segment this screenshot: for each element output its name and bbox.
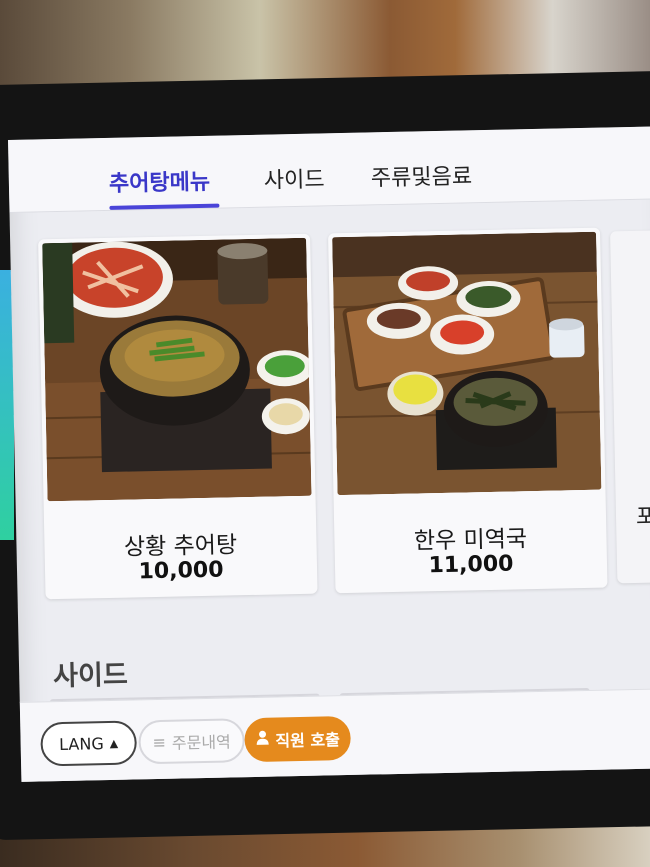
tab-drinks[interactable]: 주류및음료 (371, 158, 473, 192)
menu-card-partial[interactable]: 포장 (610, 229, 650, 584)
menu-item-price: 11,000 (428, 551, 514, 579)
person-icon (255, 730, 269, 750)
language-label: LANG (58, 733, 104, 754)
chueotang-photo (42, 237, 312, 502)
order-history-label: 주문내역 (171, 732, 231, 753)
section-heading-side: 사이드 (52, 659, 129, 693)
active-tab-indicator (109, 203, 220, 210)
order-history-button[interactable]: ≡ 주문내역 (138, 718, 246, 765)
call-staff-button[interactable]: 직원 호출 (244, 715, 352, 763)
tab-side[interactable]: 사이드 (264, 161, 325, 194)
menu-item-price: 10,000 (138, 557, 224, 585)
language-button[interactable]: LANG ▲ (40, 720, 138, 767)
list-icon: ≡ (152, 732, 167, 752)
kiosk-screen: 추어탕메뉴 사이드 주류및음료 상황 추어탕 10,000 한우 미역국 11,… (8, 126, 650, 782)
tab-chueotang-menu[interactable]: 추어탕메뉴 (109, 164, 211, 198)
category-tab-bar: 추어탕메뉴 사이드 주류및음료 (8, 126, 650, 213)
call-staff-label: 직원 호출 (275, 730, 341, 751)
caret-up-icon: ▲ (109, 736, 119, 750)
menu-card-miyeokguk[interactable]: 한우 미역국 11,000 (328, 227, 608, 594)
bottom-action-bar: LANG ▲ ≡ 주문내역 직원 호출 (19, 688, 650, 782)
menu-card-chueotang[interactable]: 상황 추어탕 10,000 (38, 233, 318, 600)
miyeokguk-photo (332, 231, 602, 496)
menu-item-name: 포장 (635, 504, 650, 530)
